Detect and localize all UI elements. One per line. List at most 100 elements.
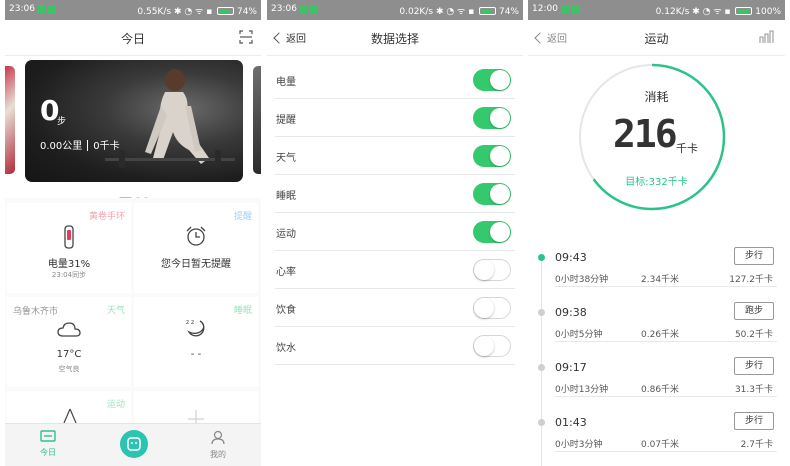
activity-entry[interactable]: 09:38 跑步 0小时5分钟 0.26千米 50.2千卡 (528, 302, 785, 362)
activity-duration: 0小时13分钟 (555, 385, 609, 395)
add-card[interactable] (134, 391, 258, 423)
activity-type-button[interactable]: 步行 (734, 412, 774, 430)
activity-time: 09:38 (555, 306, 587, 319)
tab-bar: 今日 我的 (5, 423, 261, 466)
battery-icon (217, 7, 235, 15)
tab-mine-label: 我的 (210, 450, 226, 459)
status-bar: 23:06 0.55K/s ✱ ◔ ᯤ ▪ 74% (5, 0, 261, 20)
profile-icon (211, 430, 225, 445)
calorie-value: 216 (613, 112, 678, 156)
activity-time: 01:43 (555, 416, 587, 429)
steps-banner[interactable]: 0 步 0.00公里 0千卡 (25, 60, 243, 182)
toggle-label: 天气 (276, 153, 296, 164)
weather-city: 乌鲁木齐市 (13, 307, 59, 317)
status-time: 23:06 (9, 4, 35, 14)
sport-card[interactable]: 运动 (7, 391, 131, 423)
tab-today[interactable]: 今日 (23, 430, 73, 458)
toggle-knob (490, 70, 510, 90)
activity-stats: 0小时3分钟 0.07千米 2.7千卡 (555, 437, 777, 452)
workout-photo (105, 69, 235, 168)
activity-time: 09:43 (555, 251, 587, 264)
temperature: 17°C (56, 349, 82, 360)
data-toggle-row: 饮食 (275, 289, 515, 327)
next-banner-peek[interactable] (253, 66, 261, 174)
toggle-switch[interactable] (473, 107, 511, 129)
timeline-dot (538, 254, 545, 261)
weather-card[interactable]: 乌鲁木齐市 天气 17°C 空气良 (7, 297, 131, 387)
activity-entry[interactable]: 09:17 步行 0小时13分钟 0.86千米 31.3千卡 (528, 357, 785, 417)
notification-icon (48, 5, 56, 14)
activity-time: 09:17 (555, 361, 587, 374)
battery-text: 74% (498, 7, 519, 17)
band-tag: 黄卷手环 (88, 212, 125, 222)
band-card[interactable]: 黄卷手环 电量31% 23:04同步 (7, 203, 131, 293)
toggle-label: 电量 (276, 77, 296, 88)
status-time: 23:06 (271, 4, 297, 14)
notification-icon (310, 5, 318, 14)
activity-entry[interactable]: 09:43 步行 0小时38分钟 2.34千米 127.2千卡 (528, 247, 785, 307)
tab-mine[interactable]: 我的 (193, 430, 243, 460)
prev-banner-peek[interactable] (5, 66, 15, 174)
activity-calories: 2.7千卡 (740, 440, 773, 450)
toggle-label: 饮食 (276, 305, 296, 316)
toggle-switch[interactable] (473, 145, 511, 167)
toggle-switch[interactable] (473, 221, 511, 243)
device-button[interactable] (120, 430, 148, 458)
toggle-switch[interactable] (473, 69, 511, 91)
calories-value: 0千卡 (93, 141, 120, 152)
band-icon (64, 225, 74, 249)
battery-icon (479, 7, 497, 15)
activity-duration: 0小时38分钟 (555, 275, 609, 285)
sleep-value: - - (190, 349, 202, 360)
notification-icon (37, 5, 45, 14)
toggle-switch[interactable] (473, 259, 511, 281)
cloud-icon (57, 322, 81, 337)
today-screen: 23:06 0.55K/s ✱ ◔ ᯤ ▪ 74% 今日 0 步 0.00公里 … (5, 0, 261, 466)
toggle-switch[interactable] (473, 297, 511, 319)
calorie-unit: 千卡 (676, 142, 698, 155)
activity-entry[interactable]: 01:43 步行 0小时3分钟 0.07千米 2.7千卡 (528, 412, 785, 466)
data-toggle-row: 睡眠 (275, 175, 515, 213)
signal-icons: ✱ ◔ ᯤ ▪ (692, 7, 731, 17)
toggle-switch[interactable] (473, 183, 511, 205)
signal-icons: ✱ ◔ ᯤ ▪ (173, 7, 213, 17)
activity-distance: 0.07千米 (641, 440, 680, 450)
bar-chart-icon[interactable] (759, 30, 775, 44)
activity-duration: 0小时3分钟 (555, 440, 603, 450)
toggle-knob (474, 260, 494, 280)
battery-icon (735, 7, 753, 15)
activity-type-button[interactable]: 步行 (734, 247, 774, 265)
activity-distance: 0.26千米 (641, 330, 680, 340)
ring-label: 消耗 (644, 90, 669, 104)
activity-calories: 127.2千卡 (729, 275, 773, 285)
band-battery: 电量31% (47, 259, 91, 270)
today-icon (40, 430, 56, 442)
network-speed: 0.12K/s (655, 7, 690, 17)
toggle-label: 饮水 (276, 343, 296, 354)
activity-type-button[interactable]: 步行 (734, 357, 774, 375)
reminder-tag: 提醒 (233, 212, 252, 222)
toggle-knob (490, 108, 510, 128)
timeline-dot (538, 419, 545, 426)
activity-type-button[interactable]: 跑步 (734, 302, 774, 320)
activity-distance: 0.86千米 (641, 385, 680, 395)
reminder-text: 您今日暂无提醒 (161, 259, 231, 270)
toggle-knob (474, 298, 494, 318)
activity-stats: 0小时38分钟 2.34千米 127.2千卡 (555, 272, 777, 287)
toggle-switch[interactable] (473, 335, 511, 357)
tab-today-label: 今日 (40, 448, 56, 457)
activity-calories: 31.3千卡 (734, 385, 773, 395)
status-right: 0.02K/s ✱ ◔ ᯤ ▪ 74% (399, 4, 519, 17)
reminder-card[interactable]: 提醒 您今日暂无提醒 (134, 203, 258, 293)
page-title: 运动 (644, 32, 669, 46)
air-quality: 空气良 (58, 365, 80, 373)
activity-calories: 50.2千卡 (734, 330, 773, 340)
toggle-knob (490, 222, 510, 242)
data-toggle-row: 电量 (275, 61, 515, 99)
sleep-tag: 睡眠 (233, 306, 252, 316)
sleep-card[interactable]: 睡眠 z z - - (134, 297, 258, 387)
scan-icon[interactable] (239, 30, 253, 44)
notification-icon (299, 5, 307, 14)
nav-bar: 今日 (5, 20, 261, 56)
toggle-label: 提醒 (276, 115, 296, 126)
